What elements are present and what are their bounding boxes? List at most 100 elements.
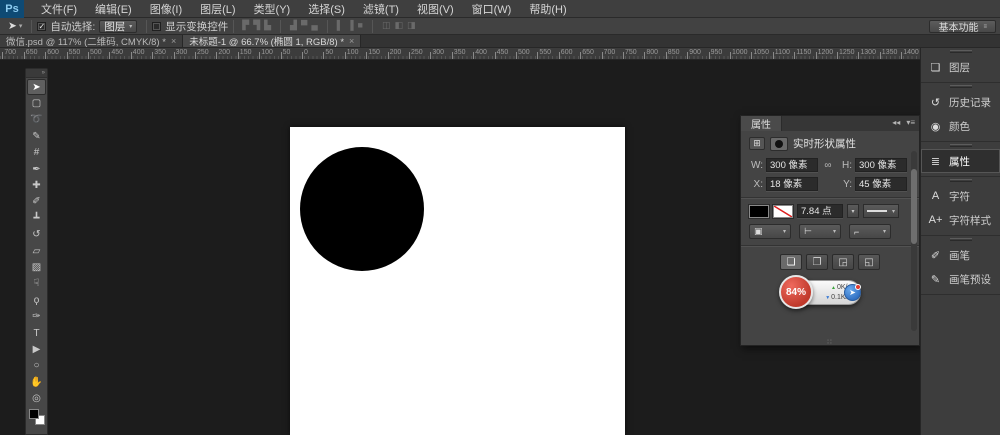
width-field[interactable]: 300 像素 <box>766 158 818 172</box>
color-swatches[interactable] <box>29 409 45 425</box>
eraser-tool[interactable]: ▱ <box>27 243 46 259</box>
stroke-corner-dropdown-icon: ⌐ <box>854 227 859 237</box>
ruler-tick-label: 1100 <box>775 49 790 56</box>
hand-tool[interactable]: ✋ <box>27 374 46 390</box>
link-dimensions-icon[interactable]: ∞ <box>818 160 838 171</box>
tab-properties[interactable]: 属性 <box>741 116 782 131</box>
dock-item-字符[interactable]: A字符 <box>921 184 1000 208</box>
dodge-tool[interactable]: ϙ <box>27 292 46 308</box>
panel-resize-grip[interactable]: ∷ <box>827 338 832 346</box>
dock-item-图层[interactable]: ❏图层 <box>921 55 1000 79</box>
crop-tool[interactable]: # <box>27 145 46 161</box>
toolbar-collapse-icon[interactable]: » <box>26 69 47 78</box>
ruler-tick-label: 1400 <box>903 49 919 56</box>
history-brush-tool[interactable]: ↺ <box>27 227 46 243</box>
stroke-corner-dropdown[interactable]: ⌐▾ <box>849 224 891 239</box>
tab-close-icon[interactable]: × <box>171 36 176 46</box>
stroke-cap-dropdown[interactable]: ⊢▾ <box>799 224 841 239</box>
separator <box>31 20 32 33</box>
foreground-color-swatch[interactable] <box>29 409 39 419</box>
panel-menu-icon[interactable]: ▾≡ <box>906 118 915 127</box>
marquee-tool[interactable]: ▢ <box>27 95 46 111</box>
menu-item[interactable]: 图像(I) <box>141 0 191 19</box>
gradient-tool[interactable]: ▨ <box>27 259 46 275</box>
dock-drag-handle[interactable] <box>921 236 1000 243</box>
pen-tool[interactable]: ✑ <box>27 308 46 324</box>
dock-drag-handle[interactable] <box>921 83 1000 90</box>
dock-item-属性[interactable]: ≣属性 <box>921 149 1000 173</box>
brush-tool[interactable]: ✐ <box>27 194 46 210</box>
document-tab[interactable]: 未标题-1 @ 66.7% (椭圆 1, RGB/8) *× <box>183 34 361 47</box>
ruler-tick <box>259 52 260 59</box>
intersect-shapes-button[interactable]: ◲ <box>832 254 854 270</box>
type-tool[interactable]: T <box>27 325 46 341</box>
stroke-color-swatch[interactable] <box>773 205 793 218</box>
x-field[interactable]: 18 像素 <box>766 177 818 191</box>
ruler-tick-label: 800 <box>646 49 658 56</box>
quick-selection-tool[interactable]: ✎ <box>27 128 46 144</box>
clone-stamp-tool[interactable]: ┻ <box>27 210 46 226</box>
dock-item-画笔预设[interactable]: ✎画笔预设 <box>921 267 1000 291</box>
stroke-align-dropdown[interactable]: ▣▾ <box>749 224 791 239</box>
zoom-tool[interactable]: ◎ <box>27 390 46 406</box>
document-canvas[interactable] <box>290 127 625 435</box>
tab-close-icon[interactable]: × <box>349 36 354 46</box>
exclude-shapes-button[interactable]: ◱ <box>858 254 880 270</box>
y-field[interactable]: 45 像素 <box>855 177 907 191</box>
menu-item[interactable]: 选择(S) <box>299 0 354 19</box>
menu-item[interactable]: 文件(F) <box>32 0 86 19</box>
fill-color-swatch[interactable] <box>749 205 769 218</box>
smudge-tool[interactable]: ☟ <box>27 276 46 292</box>
dock-group: ≣属性 <box>921 149 1000 177</box>
dock-item-历史记录[interactable]: ↺历史记录 <box>921 90 1000 114</box>
move-tool[interactable]: ➤ <box>27 79 46 95</box>
scrollbar-thumb[interactable] <box>911 169 917 244</box>
dock-item-颜色[interactable]: ◉颜色 <box>921 114 1000 138</box>
ellipse-shape <box>300 147 424 271</box>
show-transform-checkbox[interactable] <box>152 22 161 31</box>
ruler-tick <box>516 52 517 59</box>
dock-item-字符样式[interactable]: A+字符样式 <box>921 208 1000 232</box>
menu-item[interactable]: 帮助(H) <box>520 0 575 19</box>
auto-select-checkbox[interactable]: ✓ <box>37 22 46 31</box>
dock-drag-handle[interactable] <box>921 48 1000 55</box>
auto-select-label: 自动选择: <box>50 19 95 34</box>
shape-thumbnail[interactable] <box>770 137 788 151</box>
ruler-tick <box>302 52 303 59</box>
combine-shapes-button[interactable]: ❏ <box>780 254 802 270</box>
dock-drag-handle[interactable] <box>921 177 1000 184</box>
collapse-panel-icon[interactable]: ◂◂ <box>892 118 900 127</box>
ruler-tick <box>88 52 89 59</box>
lasso-tool[interactable]: ➰ <box>27 112 46 128</box>
document-tab[interactable]: 微信.psd @ 117% (二维码, CMYK/8) *× <box>0 34 183 47</box>
menu-item[interactable]: 类型(Y) <box>245 0 300 19</box>
memory-percent-ball[interactable]: 84% <box>779 275 813 309</box>
ruler-tick-label: 450 <box>111 49 123 56</box>
stroke-style-dropdown[interactable]: ▾ <box>863 204 899 218</box>
tool-preset-picker[interactable]: ➤ ▾ <box>4 20 26 32</box>
panel-scrollbar[interactable] <box>911 151 917 331</box>
shape-tool[interactable]: ○ <box>27 358 46 374</box>
speed-ball-app-icon[interactable]: ➤ <box>844 284 861 301</box>
menu-item[interactable]: 窗口(W) <box>463 0 521 19</box>
dock-drag-handle[interactable] <box>921 142 1000 149</box>
dock-item-画笔[interactable]: ✐画笔 <box>921 243 1000 267</box>
height-field[interactable]: 300 像素 <box>855 158 907 172</box>
eyedropper-tool[interactable]: ✒ <box>27 161 46 177</box>
ruler-tick-label: 150 <box>368 49 380 56</box>
menu-item[interactable]: 滤镜(T) <box>354 0 408 19</box>
chevron-down-icon: ▾ <box>783 228 786 235</box>
menu-item[interactable]: 编辑(E) <box>86 0 141 19</box>
menu-item[interactable]: 图层(L) <box>191 0 244 19</box>
stroke-width-dropdown-icon[interactable]: ▾ <box>847 204 859 218</box>
path-selection-tool[interactable]: ▶ <box>27 341 46 357</box>
speed-ball-overlay[interactable]: 0K/s 0.1K/s ➤ 84% <box>779 275 865 311</box>
stroke-width-field[interactable]: 7.84 点 <box>797 204 843 218</box>
stroke-cap-dropdown-icon: ⊢ <box>804 226 812 237</box>
subtract-shape-button[interactable]: ❐ <box>806 254 828 270</box>
ruler-tick-label: 250 <box>197 49 209 56</box>
auto-select-target-dropdown[interactable]: 图层 ▾ <box>99 20 137 33</box>
workspace-switcher-button[interactable]: 基本功能 ≡ <box>929 20 996 33</box>
healing-brush-tool[interactable]: ✚ <box>27 177 46 193</box>
menu-item[interactable]: 视图(V) <box>408 0 463 19</box>
